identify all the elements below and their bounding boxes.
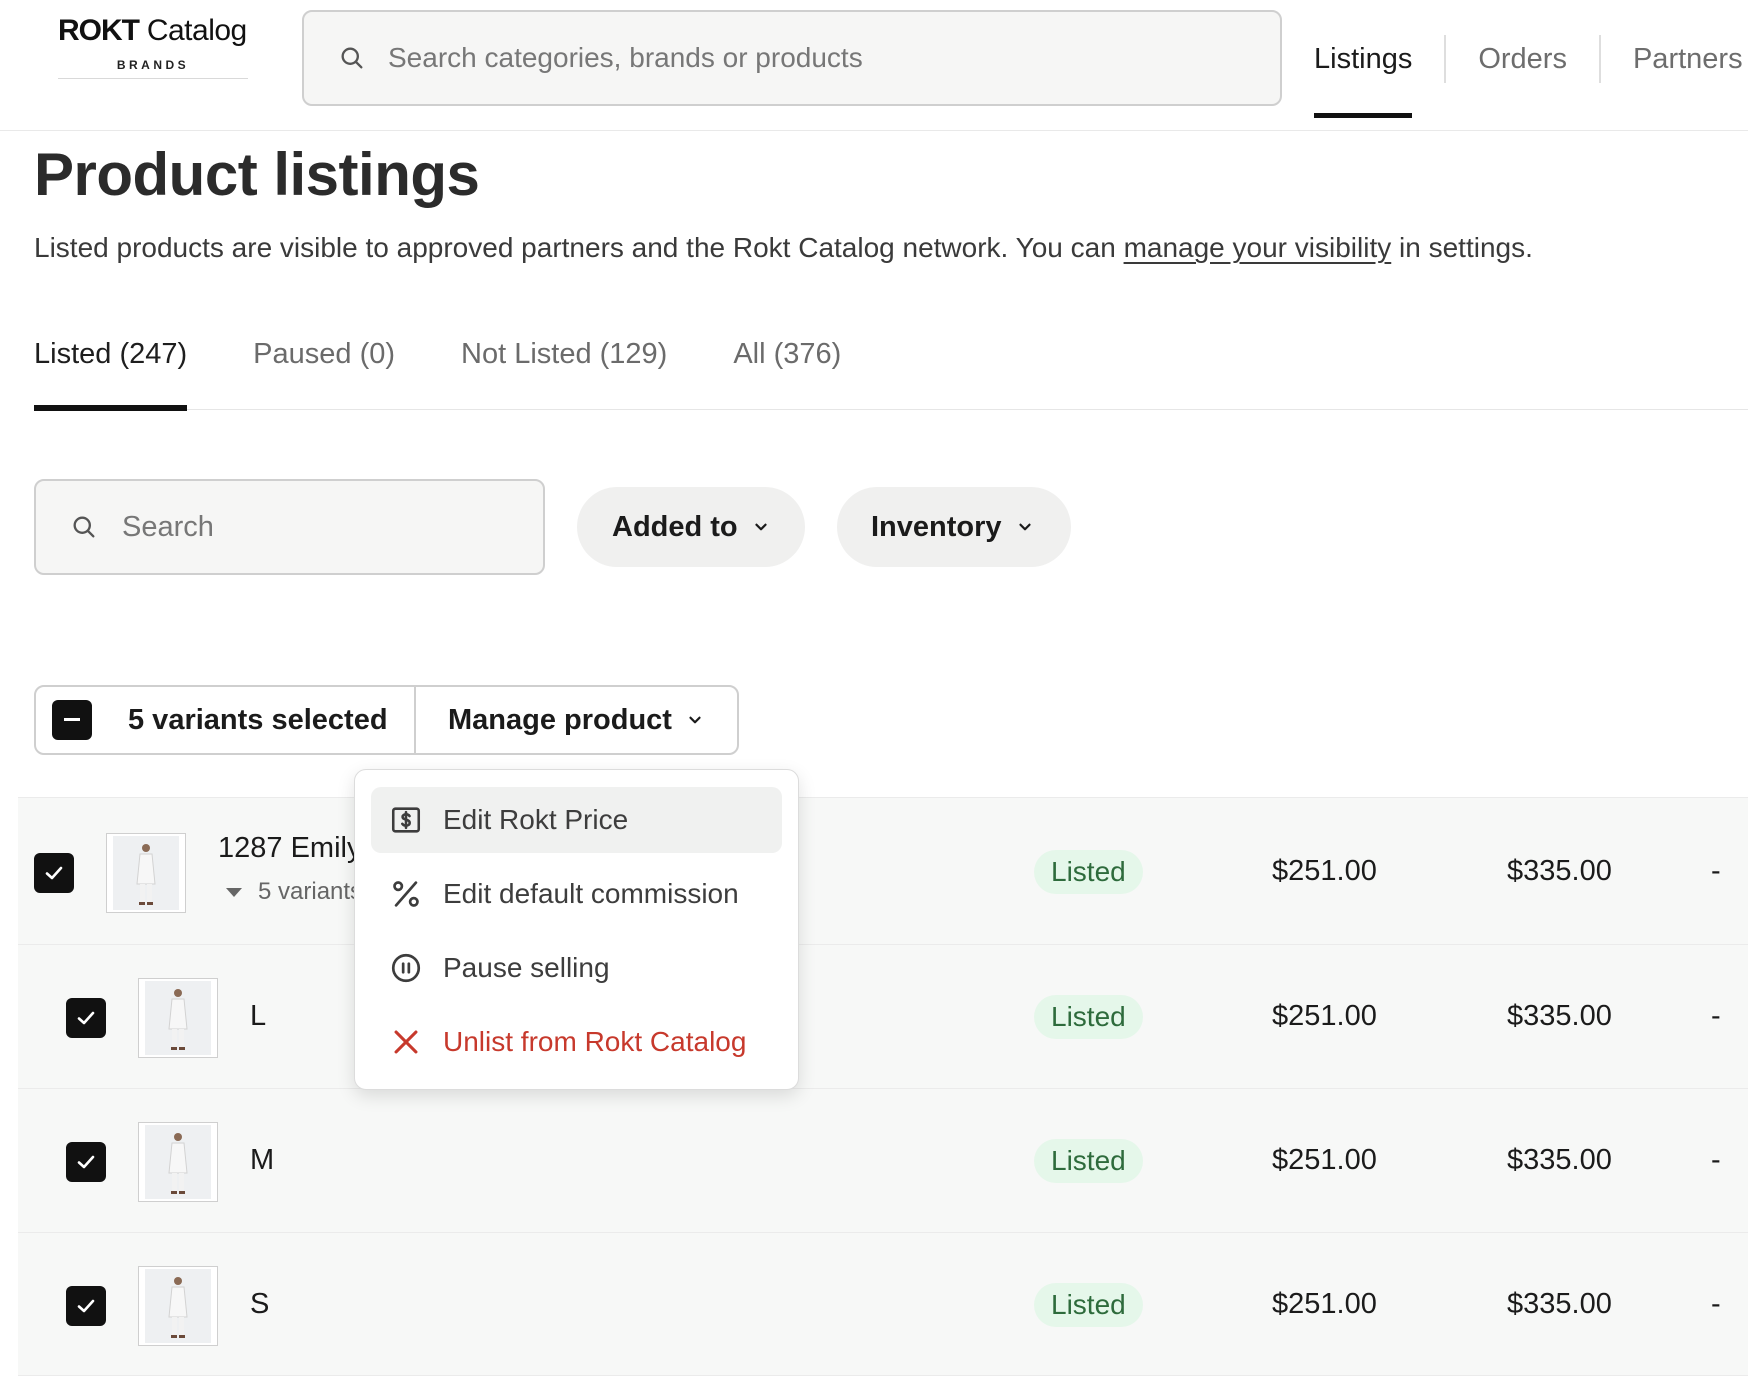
retail-price: $335.00 (1507, 1000, 1612, 1032)
global-search-input[interactable] (388, 42, 1248, 74)
nav-listings[interactable]: Listings (1314, 0, 1444, 118)
listing-search-box[interactable] (34, 479, 545, 575)
chevron-down-icon (1018, 523, 1031, 531)
variant-name: M (250, 1144, 275, 1176)
nav-partners[interactable]: Partners (1601, 0, 1748, 118)
status-badge: Listed (1034, 850, 1143, 894)
rokt-price: $251.00 (1272, 1288, 1377, 1320)
caret-down-icon (226, 887, 242, 897)
product-model-image (168, 1133, 188, 1194)
rokt-price: $251.00 (1272, 1000, 1377, 1032)
variant-thumbnail[interactable] (138, 978, 218, 1058)
menu-item-label: Edit Rokt Price (443, 804, 629, 835)
product-model-image (136, 844, 156, 905)
status-badge: Listed (1034, 1283, 1143, 1327)
listing-search-input[interactable] (122, 510, 522, 544)
manage-product-button[interactable]: Manage product (416, 687, 737, 753)
product-table: 1287 Emily 5 variants Listed $251.00 $33… (18, 797, 1748, 1376)
page-description-text: Listed products are visible to approved … (34, 232, 1124, 263)
menu-item-edit-rokt-price[interactable]: Edit Rokt Price (371, 787, 782, 853)
search-icon (73, 516, 95, 538)
selected-count-label: 5 variants selected (128, 703, 388, 736)
chevron-down-icon (755, 523, 767, 531)
table-row[interactable]: S Listed $251.00 $335.00 - (18, 1232, 1748, 1376)
inventory-filter-button[interactable]: Inventory (837, 487, 1071, 567)
retail-price: $335.00 (1507, 1144, 1612, 1176)
global-search-box[interactable] (302, 10, 1282, 106)
dollar-tag-icon (391, 807, 421, 833)
variant-name: L (250, 1000, 267, 1032)
table-row[interactable]: L Listed $251.00 $335.00 - (18, 944, 1748, 1088)
row-checkbox[interactable] (66, 998, 106, 1038)
tab-not-listed[interactable]: Not Listed (129) (461, 318, 733, 410)
menu-item-pause-selling[interactable]: Pause selling (371, 935, 782, 1001)
close-icon (394, 1030, 418, 1054)
manage-product-label: Manage product (448, 703, 672, 736)
logo-subtitle: BRANDS (58, 52, 248, 79)
checkmark-icon (77, 1299, 95, 1313)
tab-paused[interactable]: Paused (0) (253, 318, 461, 410)
rokt-price: $251.00 (1272, 855, 1377, 887)
product-image (145, 1125, 211, 1199)
tab-all[interactable]: All (376) (733, 318, 907, 410)
logo-wordmark: ROKT Catalog (58, 14, 247, 47)
row-checkbox[interactable] (66, 1142, 106, 1182)
page-description-tail: in settings. (1391, 232, 1533, 263)
retail-price: $335.00 (1507, 855, 1612, 887)
bulk-action-bar: 5 variants selected Manage product (34, 685, 739, 755)
product-image (113, 836, 179, 910)
page-title: Product listings (34, 141, 480, 208)
row-checkbox[interactable] (34, 853, 74, 893)
product-image (145, 981, 211, 1055)
product-model-image (168, 1277, 188, 1338)
inventory-filter-label: Inventory (871, 510, 1002, 543)
rokt-catalog-logo[interactable]: ROKT Catalog BRANDS (58, 14, 248, 79)
menu-item-label: Edit default commission (443, 878, 739, 909)
table-row[interactable]: M Listed $251.00 $335.00 - (18, 1088, 1748, 1232)
top-header: ROKT Catalog BRANDS Listings Orders Part… (0, 0, 1748, 131)
listing-tabs: Listed (247) Paused (0) Not Listed (129)… (34, 318, 1748, 411)
menu-item-label: Pause selling (443, 952, 610, 983)
nav-orders[interactable]: Orders (1446, 0, 1599, 118)
menu-item-edit-default-commission[interactable]: Edit default commission (371, 861, 782, 927)
checkmark-icon (45, 866, 63, 880)
variants-count: 5 variants (258, 878, 363, 905)
variant-name: S (250, 1288, 270, 1320)
table-row[interactable]: 1287 Emily 5 variants Listed $251.00 $33… (18, 797, 1748, 944)
product-model-image (168, 989, 188, 1050)
extra-value: - (1711, 1000, 1721, 1032)
manage-product-menu: Edit Rokt Price Edit default commission … (354, 769, 799, 1090)
page-description: Listed products are visible to approved … (34, 232, 1533, 264)
search-icon (341, 47, 363, 69)
retail-price: $335.00 (1507, 1288, 1612, 1320)
select-all-checkbox[interactable] (52, 700, 92, 740)
pause-circle-icon (391, 953, 421, 983)
chevron-down-icon (689, 716, 701, 724)
variants-toggle[interactable]: 5 variants (226, 878, 362, 906)
status-badge: Listed (1034, 1139, 1143, 1183)
status-badge: Listed (1034, 995, 1143, 1039)
extra-value: - (1711, 1288, 1721, 1320)
percent-icon (393, 881, 419, 907)
product-image (145, 1269, 211, 1343)
variant-thumbnail[interactable] (138, 1122, 218, 1202)
added-to-filter-button[interactable]: Added to (577, 487, 805, 567)
manage-visibility-link[interactable]: manage your visibility (1124, 232, 1392, 263)
extra-value: - (1711, 855, 1721, 887)
row-checkbox[interactable] (66, 1286, 106, 1326)
product-name[interactable]: 1287 Emily (218, 832, 361, 865)
extra-value: - (1711, 1144, 1721, 1176)
checkmark-icon (77, 1155, 95, 1169)
rokt-price: $251.00 (1272, 1144, 1377, 1176)
added-to-filter-label: Added to (612, 510, 738, 543)
checkmark-icon (77, 1011, 95, 1025)
menu-item-unlist[interactable]: Unlist from Rokt Catalog (371, 1009, 782, 1075)
product-thumbnail[interactable] (106, 833, 186, 913)
menu-item-label: Unlist from Rokt Catalog (443, 1026, 747, 1057)
variant-thumbnail[interactable] (138, 1266, 218, 1346)
main-nav: Listings Orders Partners (1314, 0, 1748, 131)
tab-listed[interactable]: Listed (247) (34, 318, 253, 411)
